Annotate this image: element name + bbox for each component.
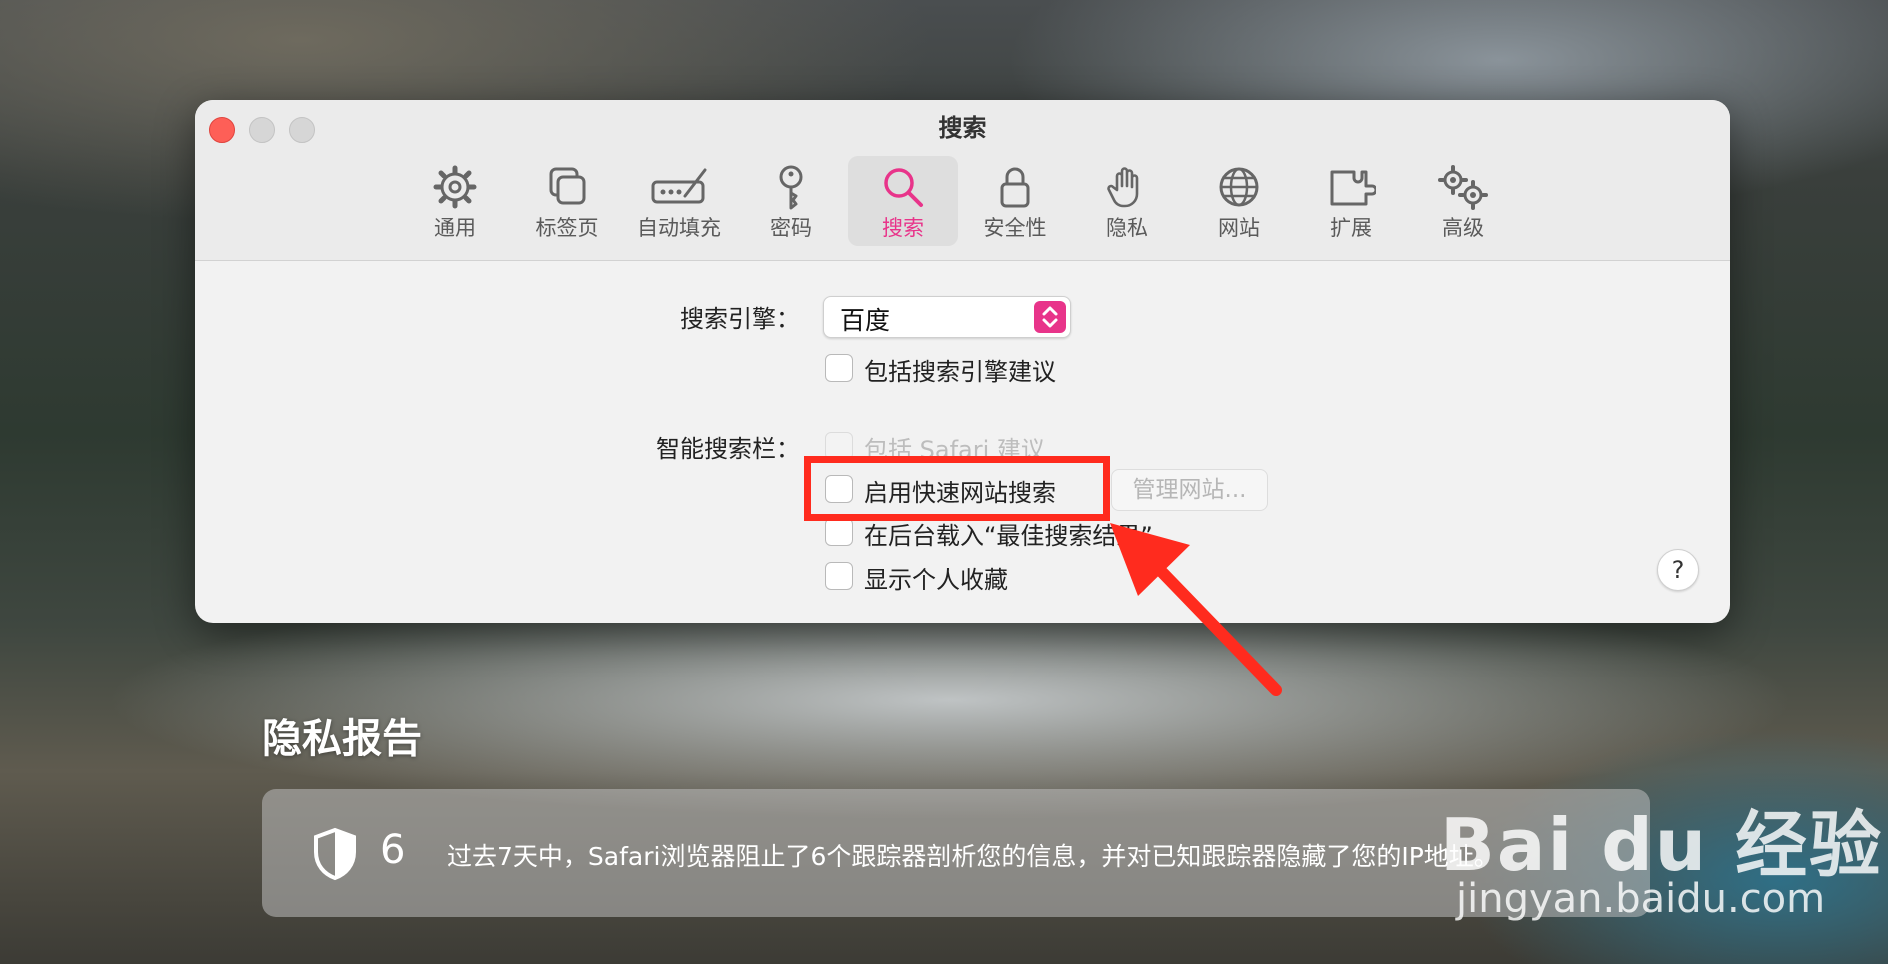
privacy-report-title: 隐私报告 xyxy=(262,716,422,762)
privacy-report-description: 过去7天中，Safari浏览器阻止了6个跟踪器剖析您的信息，并对已知跟踪器隐藏了… xyxy=(447,842,1499,871)
tracker-count: 6 xyxy=(380,827,406,873)
shield-icon xyxy=(312,827,358,885)
watermark-url: jingyan.baidu.com xyxy=(1456,876,1826,922)
